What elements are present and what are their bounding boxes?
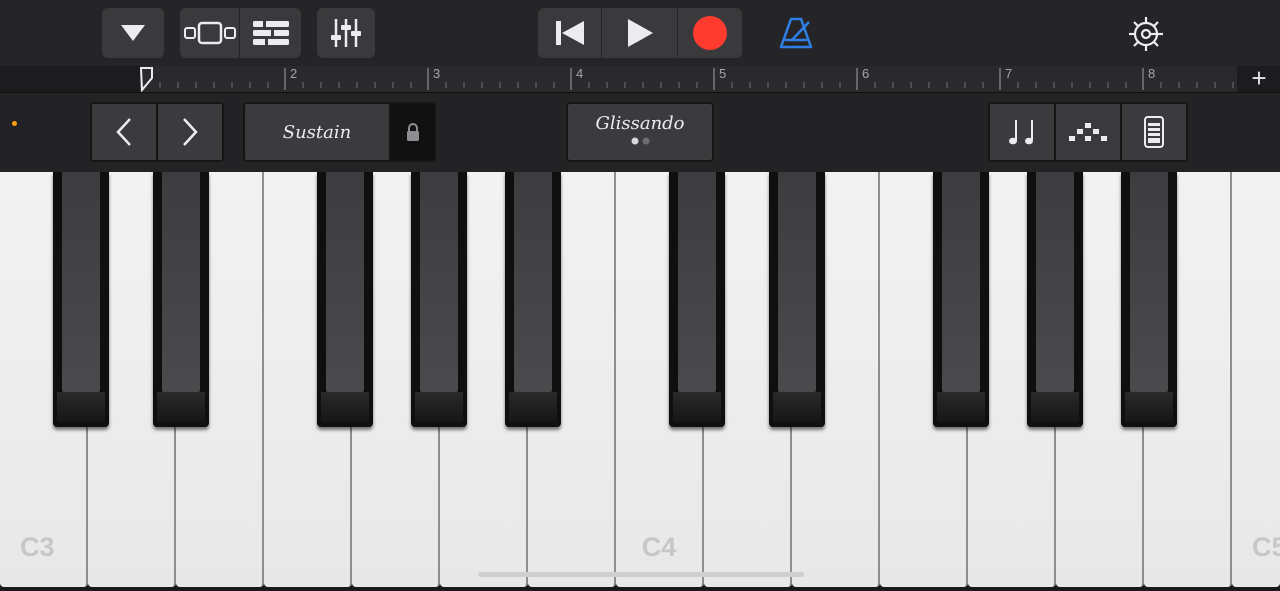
sustain-button[interactable]: Sustain xyxy=(243,102,391,162)
play-icon xyxy=(627,19,653,47)
chevron-right-icon xyxy=(183,118,198,146)
octave-label: C5 xyxy=(1252,532,1280,562)
mixer-button[interactable] xyxy=(317,8,375,58)
bar-number: 2 xyxy=(290,66,298,81)
ruler-ticks xyxy=(140,67,1234,92)
garageband-keyboard-screen: 2 3 4 5 6 7 8 + Sustain Glissando C3 C4 … xyxy=(0,0,1280,591)
octave-down-button[interactable] xyxy=(90,102,158,162)
tracks-view-button[interactable] xyxy=(180,8,240,58)
record-button[interactable] xyxy=(678,8,742,58)
octave-up-button[interactable] xyxy=(156,102,224,162)
mixer-sliders-icon xyxy=(331,19,361,47)
black-key-a-sharp4[interactable] xyxy=(1121,172,1177,427)
black-key-g-sharp4[interactable] xyxy=(1027,172,1083,427)
page-dots-icon xyxy=(631,137,650,144)
track-list-button[interactable] xyxy=(240,8,301,58)
track-indicator-dot xyxy=(12,121,17,126)
black-key-c-sharp4[interactable] xyxy=(669,172,725,427)
black-key-c-sharp3[interactable] xyxy=(53,172,109,427)
bar-number: 6 xyxy=(862,66,870,81)
glissando-label: Glissando xyxy=(595,112,685,134)
skip-back-icon xyxy=(555,21,584,45)
sustain-label: Sustain xyxy=(282,121,352,143)
lock-icon xyxy=(406,123,419,141)
octave-label: C4 xyxy=(641,532,677,562)
settings-button[interactable] xyxy=(1125,13,1167,55)
white-key-c5[interactable]: C5 xyxy=(1232,172,1280,587)
black-key-g-sharp3[interactable] xyxy=(411,172,467,427)
piano-keyboard: C3 C4 C5 xyxy=(0,172,1280,591)
browser-button[interactable] xyxy=(102,8,164,58)
rewind-button[interactable] xyxy=(538,8,602,58)
sustain-lock-button[interactable] xyxy=(389,102,436,162)
bar-number: 5 xyxy=(719,66,727,81)
bar-number: 7 xyxy=(1005,66,1013,81)
glissando-button[interactable]: Glissando xyxy=(566,102,714,162)
bar-number: 8 xyxy=(1148,66,1156,81)
black-key-f-sharp3[interactable] xyxy=(317,172,373,427)
track-list-icon xyxy=(252,21,289,45)
arpeggiator-button[interactable] xyxy=(988,102,1056,162)
add-section-button[interactable]: + xyxy=(1248,64,1270,92)
scale-button[interactable] xyxy=(1054,102,1122,162)
dots-arc-icon xyxy=(1069,123,1107,141)
layout-icon xyxy=(1144,116,1164,148)
chevron-left-icon xyxy=(116,118,131,146)
notes-icon xyxy=(1009,120,1033,145)
keyboard-layout-button[interactable] xyxy=(1120,102,1188,162)
octave-label: C3 xyxy=(20,532,55,562)
play-button[interactable] xyxy=(602,8,678,58)
triangle-down-icon xyxy=(121,25,145,41)
metronome-button[interactable] xyxy=(776,13,816,53)
metronome-icon xyxy=(779,17,813,49)
bar-number: 3 xyxy=(433,66,441,81)
timeline-ruler[interactable]: 2 3 4 5 6 7 8 xyxy=(140,66,1237,92)
record-icon xyxy=(693,16,727,50)
playhead-marker[interactable] xyxy=(140,67,153,92)
bar-number: 4 xyxy=(576,66,584,81)
view-toggle-group xyxy=(180,8,301,58)
keyboard-control-bar: Sustain Glissando xyxy=(0,92,1280,172)
tracks-view-icon xyxy=(183,21,236,45)
black-key-a-sharp3[interactable] xyxy=(505,172,561,427)
black-key-d-sharp3[interactable] xyxy=(153,172,209,427)
top-toolbar xyxy=(0,0,1280,66)
transport-group xyxy=(538,8,742,58)
home-indicator[interactable] xyxy=(478,572,804,577)
black-key-d-sharp4[interactable] xyxy=(769,172,825,427)
black-key-f-sharp4[interactable] xyxy=(933,172,989,427)
gear-icon xyxy=(1129,17,1163,51)
